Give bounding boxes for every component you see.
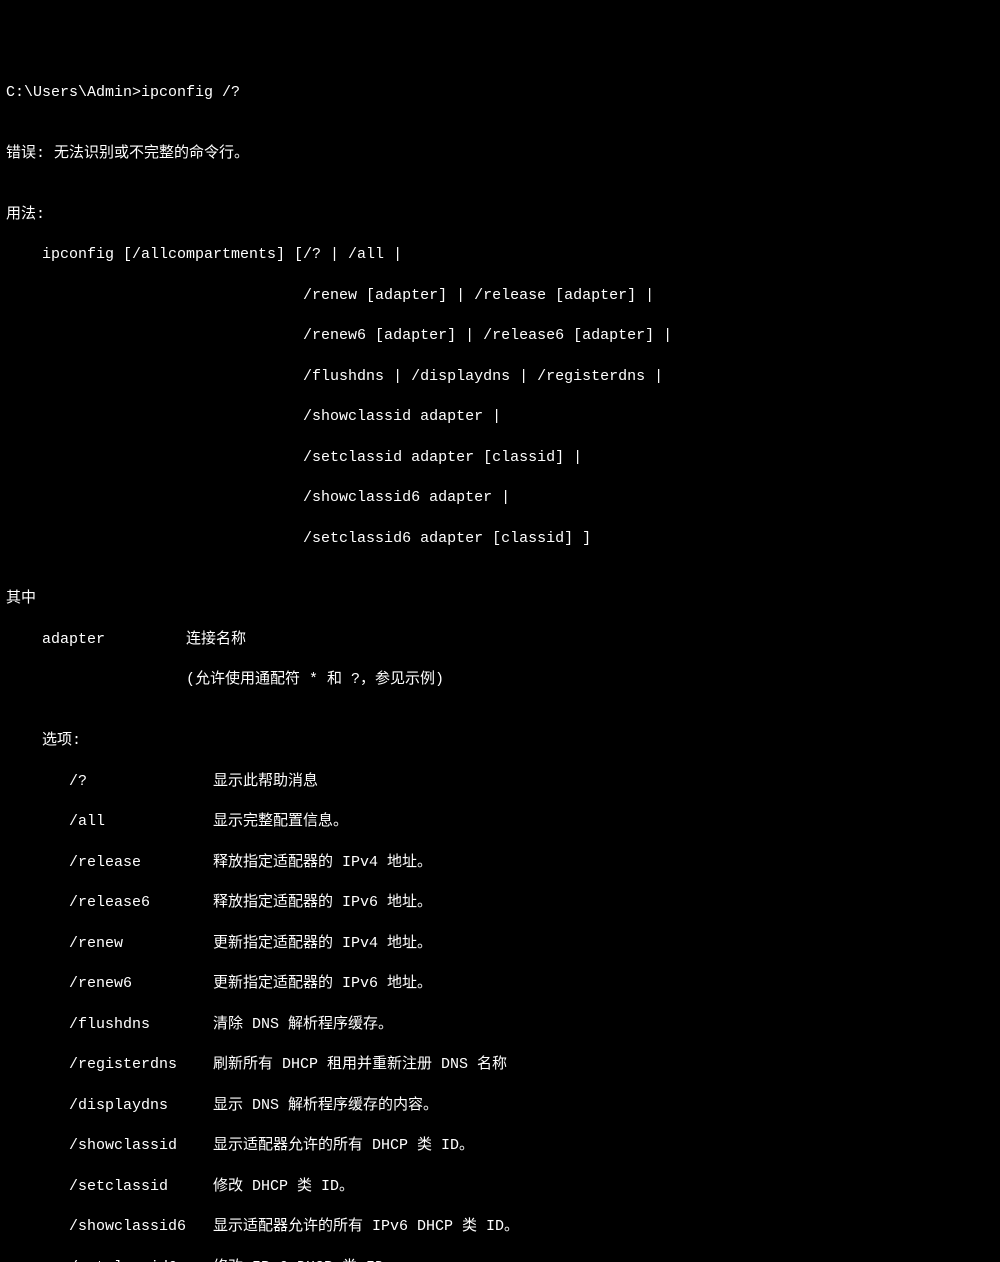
option-setclassid: /setclassid 修改 DHCP 类 ID。	[6, 1177, 994, 1197]
prompt-line[interactable]: C:\Users\Admin>ipconfig /?	[6, 83, 994, 103]
error-line: 错误: 无法识别或不完整的命令行。	[6, 144, 994, 164]
options-header: 选项:	[6, 731, 994, 751]
usage-line: /renew [adapter] | /release [adapter] |	[6, 286, 994, 306]
usage-header: 用法:	[6, 205, 994, 225]
usage-line: /setclassid adapter [classid] |	[6, 448, 994, 468]
option-showclassid: /showclassid 显示适配器允许的所有 DHCP 类 ID。	[6, 1136, 994, 1156]
usage-line: /showclassid adapter |	[6, 407, 994, 427]
option-renew: /renew 更新指定适配器的 IPv4 地址。	[6, 934, 994, 954]
adapter-line: adapter 连接名称	[6, 630, 994, 650]
usage-line: /setclassid6 adapter [classid] ]	[6, 529, 994, 549]
option-flushdns: /flushdns 清除 DNS 解析程序缓存。	[6, 1015, 994, 1035]
option-all: /all 显示完整配置信息。	[6, 812, 994, 832]
option-setclassid6: /setclassid6 修改 IPv6 DHCP 类 ID。	[6, 1258, 994, 1262]
adapter-line: (允许使用通配符 * 和 ?，参见示例)	[6, 670, 994, 690]
usage-line: ipconfig [/allcompartments] [/? | /all |	[6, 245, 994, 265]
option-renew6: /renew6 更新指定适配器的 IPv6 地址。	[6, 974, 994, 994]
option-release6: /release6 释放指定适配器的 IPv6 地址。	[6, 893, 994, 913]
where-header: 其中	[6, 589, 994, 609]
usage-line: /showclassid6 adapter |	[6, 488, 994, 508]
option-registerdns: /registerdns 刷新所有 DHCP 租用并重新注册 DNS 名称	[6, 1055, 994, 1075]
option-help: /? 显示此帮助消息	[6, 772, 994, 792]
usage-line: /renew6 [adapter] | /release6 [adapter] …	[6, 326, 994, 346]
option-displaydns: /displaydns 显示 DNS 解析程序缓存的内容。	[6, 1096, 994, 1116]
usage-line: /flushdns | /displaydns | /registerdns |	[6, 367, 994, 387]
option-release: /release 释放指定适配器的 IPv4 地址。	[6, 853, 994, 873]
option-showclassid6: /showclassid6 显示适配器允许的所有 IPv6 DHCP 类 ID。	[6, 1217, 994, 1237]
